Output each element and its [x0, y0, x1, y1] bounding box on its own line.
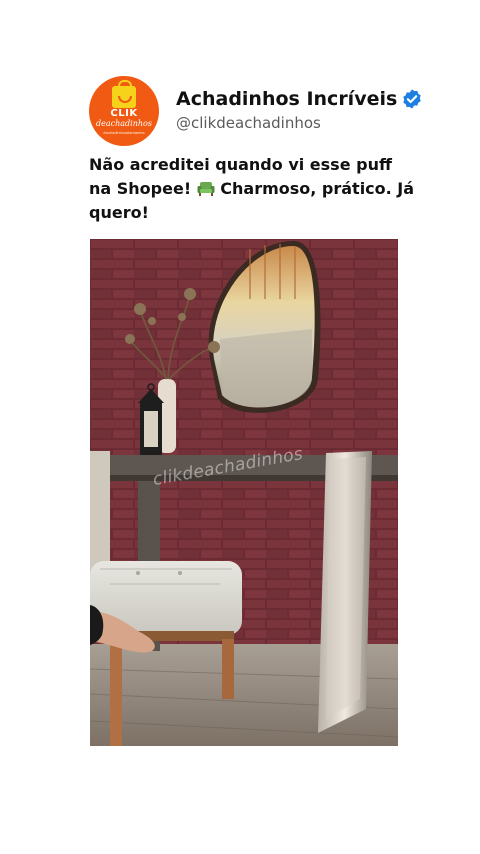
- shopping-bag-icon: [112, 80, 136, 108]
- avatar[interactable]: CLIK deachadinhos #achadinhosdiamantes: [89, 76, 159, 146]
- tweet-post: CLIK deachadinhos #achadinhosdiamantes A…: [0, 0, 480, 854]
- post-media-video[interactable]: clikdeachadinhos: [90, 239, 398, 746]
- account-name[interactable]: Achadinhos Incríveis: [176, 88, 397, 110]
- account-handle[interactable]: @clikdeachadinhos: [176, 114, 321, 132]
- post-caption: Não acreditei quando vi esse puff na Sho…: [89, 153, 419, 225]
- avatar-logo-tagline: #achadinhosdiamantes: [103, 130, 145, 135]
- account-name-row: Achadinhos Incríveis: [176, 85, 423, 113]
- post-header: CLIK deachadinhos #achadinhosdiamantes A…: [89, 76, 422, 146]
- armchair-emoji-icon: [197, 182, 215, 196]
- verified-badge-icon: [403, 89, 422, 109]
- room-scene-image: [90, 239, 398, 746]
- avatar-logo-subtext: deachadinhos: [96, 119, 152, 128]
- avatar-logo-text: CLIK: [110, 108, 138, 119]
